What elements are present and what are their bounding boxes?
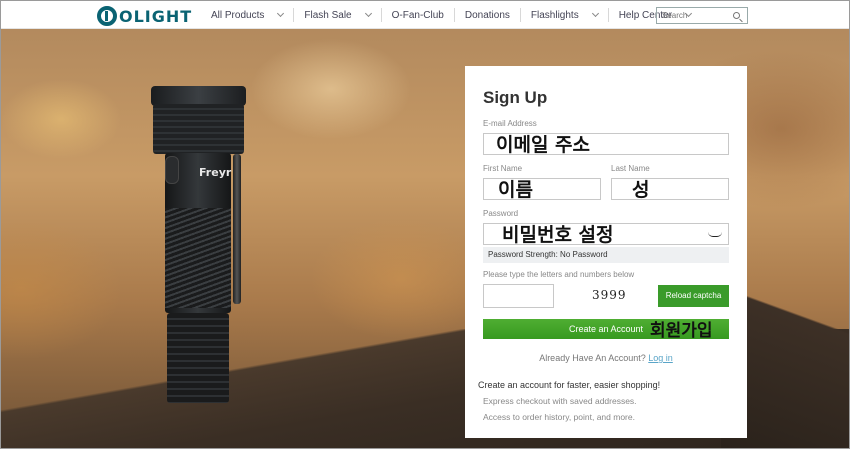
login-link[interactable]: Log in [648,353,673,363]
promo-item: Express checkout with saved addresses. [483,396,637,406]
captcha-image: 3999 [592,288,627,302]
flashlight-button [165,156,179,184]
password-label: Password [483,209,519,218]
last-name-label: Last Name [611,164,650,173]
signup-title: Sign Up [483,88,548,107]
nav-o-fan-club[interactable]: O-Fan-Club [382,8,455,22]
already-text: Already Have An Account? [539,353,646,363]
nav-flash-sale[interactable]: Flash Sale [294,8,382,22]
captcha-input[interactable] [483,284,554,308]
promo-item: Access to order history, point, and more… [483,412,635,422]
logo-o-icon [97,6,117,26]
nav-label: All Products [211,9,265,21]
email-field[interactable]: 이메일 주소 [483,133,729,156]
flashlight-image: Freyr [151,58,247,403]
flashlight-head [151,86,246,106]
password-strength: Password Strength: No Password [483,247,729,263]
first-name-annotation: 이름 [498,179,533,201]
olight-logo[interactable]: OLIGHT [97,5,192,27]
create-annotation: 회원가입 [650,321,713,341]
flashlight-tail [167,313,229,403]
eye-closed-icon[interactable] [708,230,722,238]
main-nav: All Products Flash Sale O-Fan-Club Donat… [201,1,701,29]
chevron-down-icon [364,9,372,18]
search-icon[interactable] [733,12,740,19]
first-name-label: First Name [483,164,523,173]
first-name-field[interactable]: 이름 [483,178,601,201]
search-box [656,7,748,24]
nav-label: Flash Sale [304,9,352,21]
chevron-down-icon [591,9,599,18]
chevron-down-icon [277,9,285,18]
login-prompt: Already Have An Account? Log in [465,353,747,363]
nav-label: Flashlights [530,9,579,21]
nav-flashlights[interactable]: Flashlights [521,8,609,22]
captcha-label: Please type the letters and numbers belo… [483,270,635,279]
email-label: E-mail Address [483,119,537,128]
flashlight-grip [165,208,231,308]
flashlight-clip [233,154,241,304]
nav-label: Donations [464,9,510,21]
logo-text: OLIGHT [119,6,193,26]
reload-captcha-button[interactable]: Reload captcha [658,285,729,307]
signup-panel: Sign Up E-mail Address 이메일 주소 First Name… [465,66,747,438]
search-input[interactable] [657,11,729,20]
email-annotation: 이메일 주소 [496,134,591,156]
last-name-annotation: 성 [632,179,650,201]
page-frame: OLIGHT All Products Flash Sale O-Fan-Clu… [0,0,850,449]
promo-title: Create an account for faster, easier sho… [478,380,661,390]
password-annotation: 비밀번호 설정 [502,224,614,246]
site-header: OLIGHT All Products Flash Sale O-Fan-Clu… [1,1,849,29]
nav-all-products[interactable]: All Products [201,8,295,22]
nav-donations[interactable]: Donations [455,8,521,22]
nav-label: O-Fan-Club [391,9,444,21]
flashlight-fins [153,104,244,154]
flashlight-brand: Freyr [199,166,232,179]
last-name-field[interactable]: 성 [611,178,729,201]
password-field[interactable]: 비밀번호 설정 [483,223,729,246]
create-account-label: Create an Account [568,324,644,334]
